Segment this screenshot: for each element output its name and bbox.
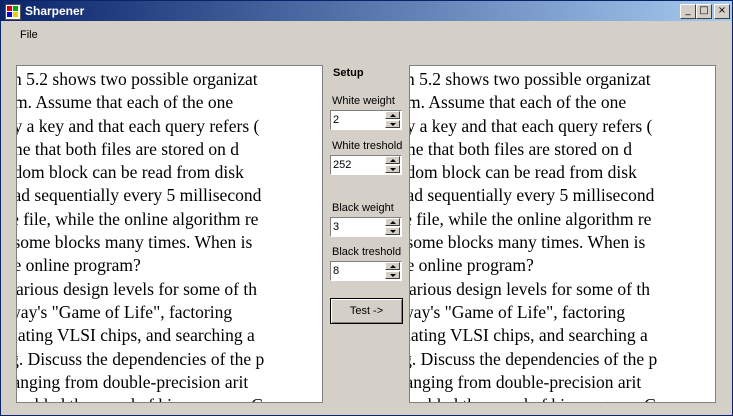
minimize-button[interactable]: _: [680, 4, 696, 19]
image-line: entire file, while the online algorithm …: [17, 208, 259, 229]
black-weight-label: Black weight: [332, 202, 394, 214]
white-treshold-input[interactable]: [333, 158, 381, 172]
source-image-pane: ection 5.2 shows two possible organizat …: [16, 65, 323, 403]
white-weight-label: White weight: [332, 95, 395, 107]
image-line: simulating VLSI chips, and searching a: [17, 325, 255, 346]
image-line: an the online program?: [17, 255, 141, 276]
menu-file[interactable]: File: [20, 29, 38, 41]
result-image-text: ection 5.2 shows two possible organizat …: [409, 68, 715, 402]
spin-up-icon[interactable]: [385, 111, 400, 119]
maximize-button[interactable]: □: [696, 4, 712, 19]
spin-down-icon[interactable]: [385, 165, 400, 173]
image-line: assume that both files are stored on d: [410, 138, 633, 159]
close-button[interactable]: ×: [714, 4, 730, 19]
image-line: at changing from double-precision arit: [410, 371, 642, 392]
image-line: be read sequentially every 5 millisecond: [410, 185, 655, 206]
black-weight-spinner[interactable]: [330, 217, 402, 237]
spin-down-icon[interactable]: [385, 227, 400, 235]
white-weight-spinner[interactable]: [330, 110, 402, 130]
test-button[interactable]: Test ->: [330, 298, 403, 324]
app-icon[interactable]: [5, 4, 21, 20]
spin-up-icon[interactable]: [385, 156, 400, 164]
black-weight-input[interactable]: [333, 220, 381, 234]
source-image-text: ection 5.2 shows two possible organizat …: [16, 68, 322, 402]
image-line: a random block can be read from disk: [16, 162, 244, 183]
image-line: at changing from double-precision arit: [17, 371, 249, 392]
image-line: string. Discuss the dependencies of the …: [17, 348, 265, 369]
image-line: etic doubled the speed of his program. C: [17, 394, 322, 402]
image-line: ection 5.2 shows two possible organizat: [410, 69, 651, 89]
image-line: ied by a key and that each query refers …: [17, 115, 260, 136]
image-line: Conway's "Game of Life", factoring: [17, 301, 233, 322]
image-line: read some blocks many times. When is: [16, 232, 253, 253]
image-line: s at various design levels for some of t…: [409, 278, 651, 299]
image-line: a random block can be read from disk: [409, 162, 637, 183]
image-line: Conway's "Game of Life", factoring: [410, 301, 626, 322]
image-line: an the online program?: [410, 255, 534, 276]
image-line: entire file, while the online algorithm …: [410, 208, 652, 229]
image-line: s at various design levels for some of t…: [16, 278, 258, 299]
spin-down-icon[interactable]: [385, 120, 400, 128]
image-line: string. Discuss the dependencies of the …: [410, 348, 658, 369]
image-line: system. Assume that each of the one: [410, 92, 627, 113]
image-line: ied by a key and that each query refers …: [410, 115, 653, 136]
image-line: read some blocks many times. When is: [409, 232, 646, 253]
spin-down-icon[interactable]: [385, 271, 400, 279]
black-treshold-input[interactable]: [333, 264, 381, 278]
setup-heading: Setup: [333, 67, 364, 79]
white-treshold-label: White treshold: [332, 140, 403, 152]
image-line: assume that both files are stored on d: [17, 138, 240, 159]
window-title: Sharpener: [25, 4, 85, 18]
menu-bar: File: [1, 23, 732, 45]
title-bar[interactable]: Sharpener _ □ ×: [1, 1, 732, 21]
spin-up-icon[interactable]: [385, 218, 400, 226]
image-line: etic doubled the speed of his program. C: [410, 394, 715, 402]
spin-up-icon[interactable]: [385, 262, 400, 270]
black-treshold-label: Black treshold: [332, 246, 402, 258]
black-treshold-spinner[interactable]: [330, 261, 402, 281]
result-image-pane: ection 5.2 shows two possible organizat …: [409, 65, 716, 403]
white-weight-input[interactable]: [333, 113, 381, 127]
image-line: ection 5.2 shows two possible organizat: [17, 69, 258, 89]
image-line: be read sequentially every 5 millisecond: [17, 185, 262, 206]
image-line: simulating VLSI chips, and searching a: [410, 325, 648, 346]
white-treshold-spinner[interactable]: [330, 155, 402, 175]
image-line: system. Assume that each of the one: [17, 92, 234, 113]
main-window: Sharpener _ □ × File ection 5.2 shows tw…: [0, 0, 733, 416]
